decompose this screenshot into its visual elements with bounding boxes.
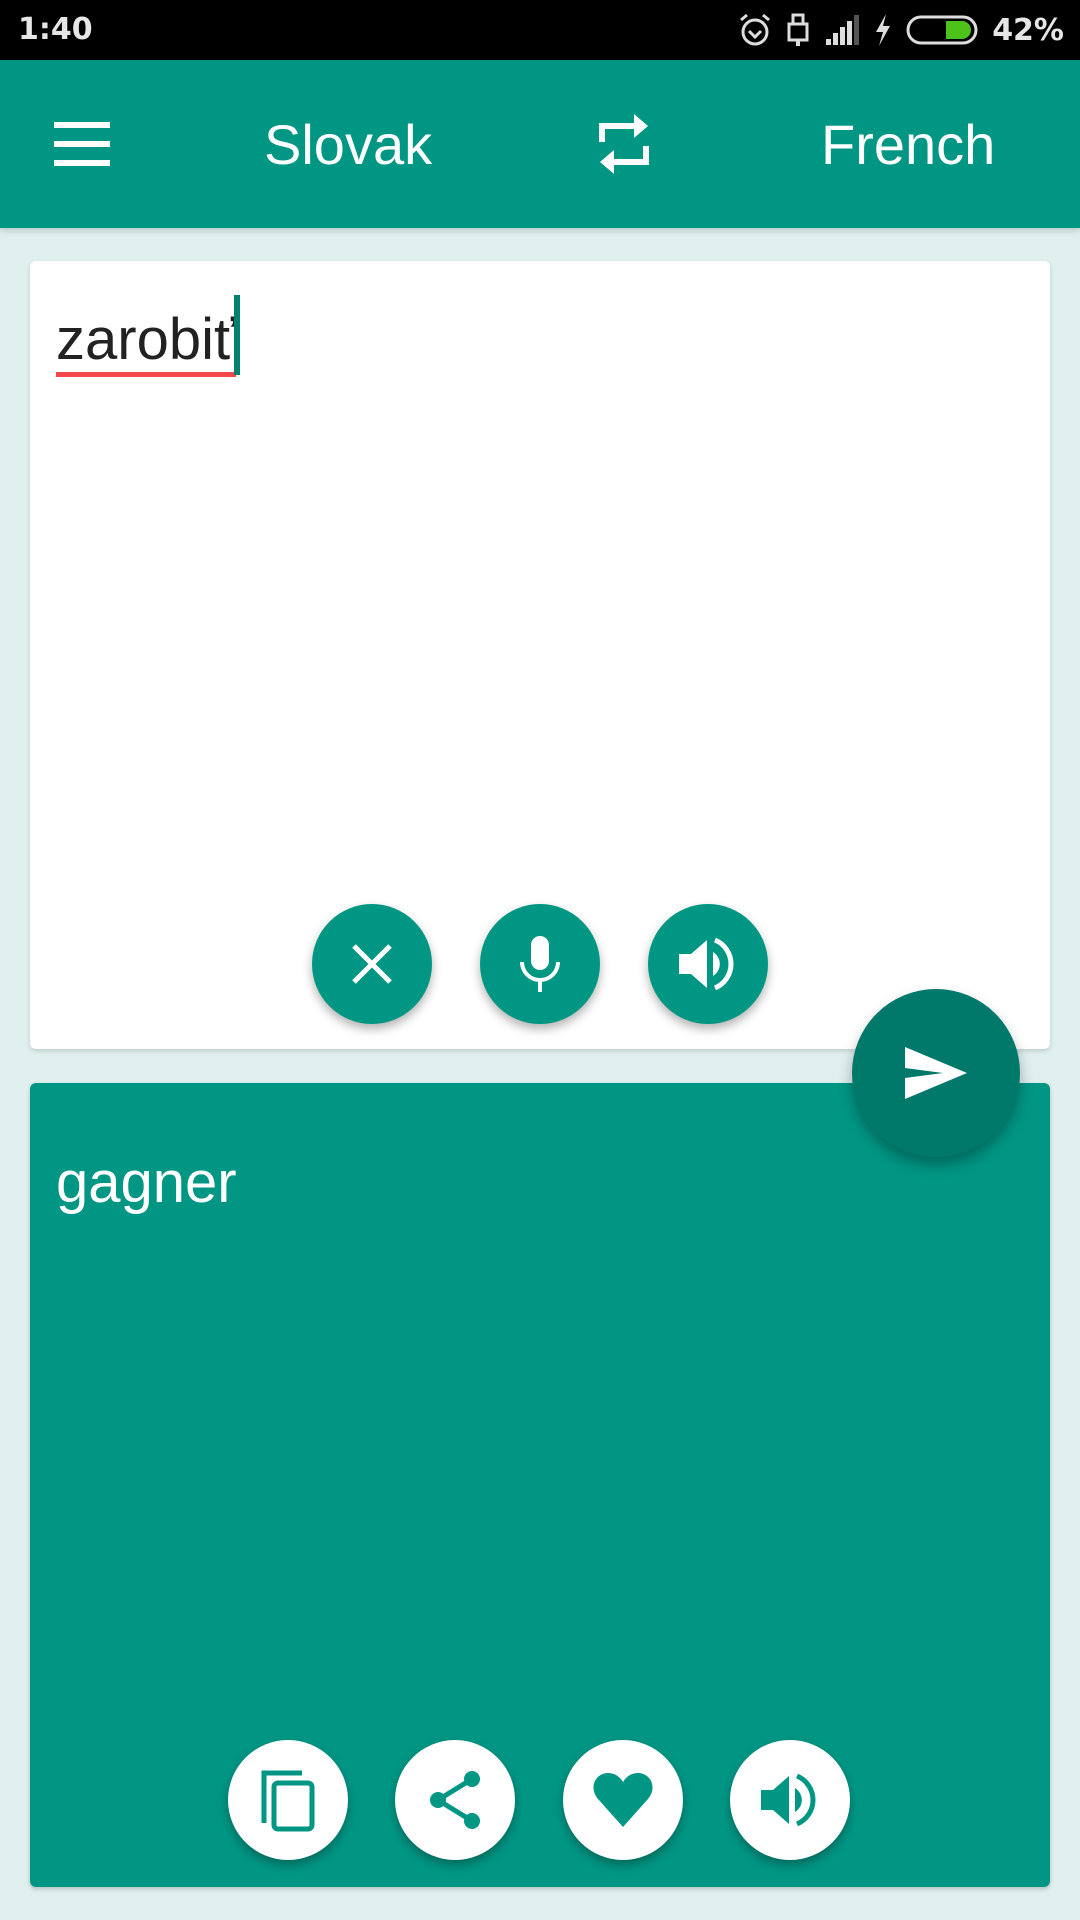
app-bar: Slovak French	[0, 60, 1080, 228]
status-bar: 1:40 42%	[0, 0, 1080, 60]
charging-icon	[876, 14, 891, 46]
copy-button[interactable]	[228, 1740, 348, 1860]
source-language-selector[interactable]: Slovak	[264, 112, 432, 177]
hamburger-menu-icon[interactable]	[54, 122, 110, 166]
battery-icon	[906, 15, 978, 45]
usb-lock-icon	[787, 13, 809, 46]
alarm-icon	[740, 13, 771, 46]
speaker-icon	[761, 1773, 816, 1827]
translate-button[interactable]	[852, 989, 1020, 1157]
input-text: zarobiť	[56, 307, 236, 377]
send-icon	[905, 1047, 967, 1099]
swap-languages-icon[interactable]	[594, 112, 654, 176]
signal-icon	[826, 15, 860, 45]
speaker-icon	[679, 937, 734, 991]
battery-percent: 42%	[992, 12, 1064, 48]
share-button[interactable]	[395, 1740, 515, 1860]
heart-icon	[593, 1773, 653, 1827]
speak-output-button[interactable]	[730, 1740, 850, 1860]
status-time: 1:40	[18, 12, 93, 47]
voice-input-button[interactable]	[480, 904, 600, 1024]
copy-icon	[261, 1770, 315, 1832]
translated-text: gagner	[56, 1150, 237, 1215]
clear-button[interactable]	[312, 904, 432, 1024]
input-card: zarobiť	[30, 261, 1050, 1049]
favorite-button[interactable]	[563, 1740, 683, 1860]
status-icons: 42%	[738, 10, 1064, 50]
text-cursor	[233, 295, 240, 375]
microphone-icon	[520, 936, 560, 992]
input-text-field[interactable]: zarobiť	[56, 295, 240, 377]
target-language-selector[interactable]: French	[821, 112, 995, 177]
output-card: gagner	[30, 1083, 1050, 1887]
speak-input-button[interactable]	[648, 904, 768, 1024]
share-icon	[430, 1771, 480, 1829]
close-icon	[352, 944, 392, 984]
